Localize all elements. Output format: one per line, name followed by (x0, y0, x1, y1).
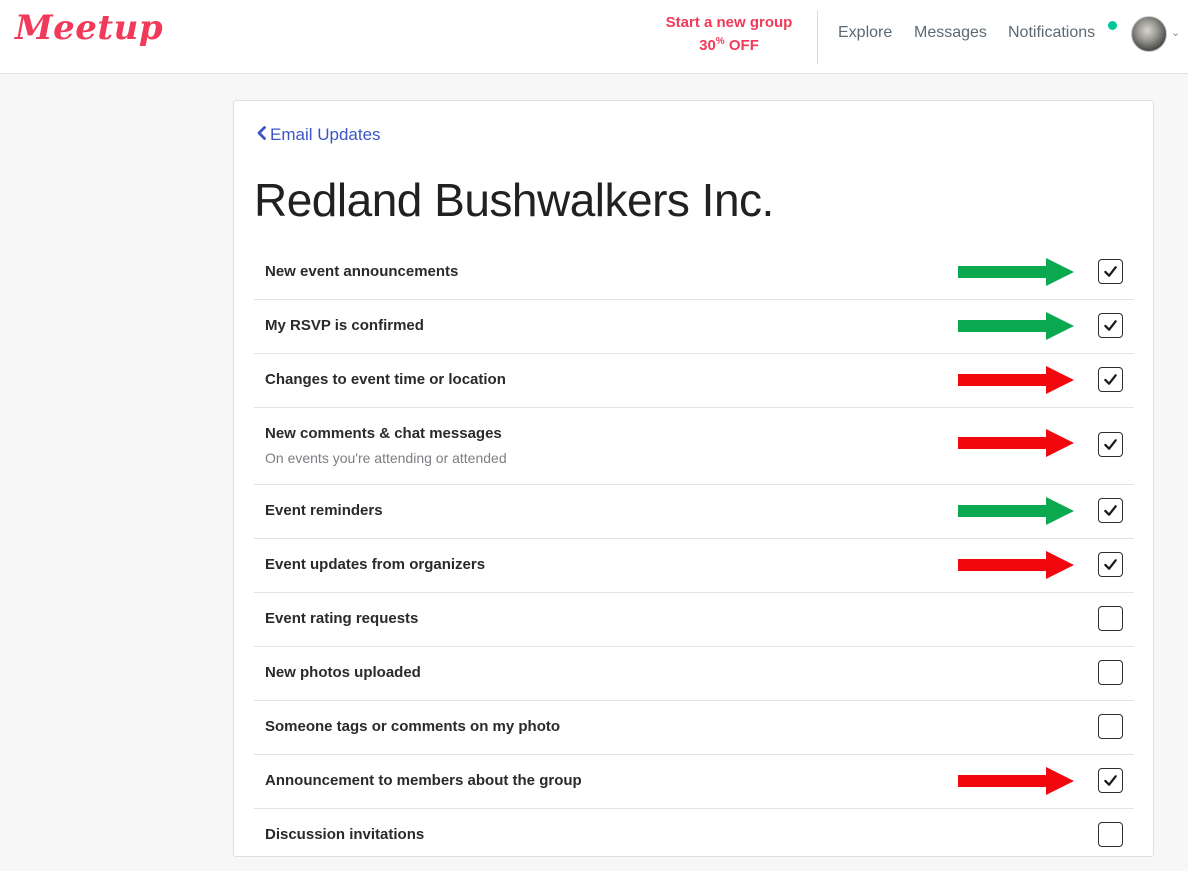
promo-discount: 30% OFF (648, 32, 810, 55)
setting-checkbox[interactable] (1098, 432, 1123, 457)
checkmark-icon (1104, 266, 1117, 277)
settings-row: Someone tags or comments on my photo (254, 701, 1134, 755)
setting-checkbox[interactable] (1098, 552, 1123, 577)
setting-checkbox[interactable] (1098, 660, 1123, 685)
setting-label: My RSVP is confirmed (265, 317, 424, 334)
notification-dot-icon (1108, 21, 1117, 30)
setting-label: Announcement to members about the group (265, 772, 582, 789)
chevron-left-icon (256, 125, 267, 145)
settings-row: Event updates from organizers (254, 539, 1134, 593)
setting-checkbox[interactable] (1098, 498, 1123, 523)
settings-row: New comments & chat messages On events yo… (254, 408, 1134, 485)
setting-label: Event updates from organizers (265, 556, 486, 573)
setting-label: Someone tags or comments on my photo (265, 718, 561, 735)
checkmark-icon (1104, 559, 1117, 570)
setting-label: New event announcements (265, 263, 459, 280)
settings-row: Event reminders (254, 485, 1134, 539)
settings-list: New event announcements My RSVP is confir… (254, 246, 1134, 863)
promo-percent-sign: % (715, 36, 725, 47)
chevron-down-icon[interactable]: ⌄ (1171, 26, 1180, 39)
setting-checkbox[interactable] (1098, 367, 1123, 392)
setting-checkbox[interactable] (1098, 259, 1123, 284)
email-settings-card: Email Updates Redland Bushwalkers Inc. N… (233, 100, 1154, 857)
promo-off: OFF (728, 37, 759, 54)
setting-sublabel: On events you're attending or attended (265, 450, 507, 466)
setting-checkbox[interactable] (1098, 606, 1123, 631)
green-arrow-icon (958, 497, 1074, 525)
setting-checkbox[interactable] (1098, 313, 1123, 338)
setting-label: New comments & chat messages (265, 425, 502, 442)
checkmark-icon (1104, 320, 1117, 331)
setting-label: Changes to event time or location (265, 371, 506, 388)
settings-row: Discussion invitations (254, 809, 1134, 863)
settings-row: My RSVP is confirmed (254, 300, 1134, 354)
user-avatar[interactable] (1131, 16, 1167, 52)
meetup-logo[interactable]: Meetup (15, 8, 163, 48)
setting-checkbox[interactable] (1098, 768, 1123, 793)
red-arrow-icon (958, 429, 1074, 457)
settings-row: New photos uploaded (254, 647, 1134, 701)
setting-label: Event rating requests (265, 610, 419, 627)
green-arrow-icon (958, 258, 1074, 286)
back-link-label: Email Updates (270, 125, 381, 144)
setting-label: Event reminders (265, 502, 383, 519)
settings-row: Announcement to members about the group (254, 755, 1134, 809)
checkmark-icon (1104, 505, 1117, 516)
settings-row: New event announcements (254, 246, 1134, 300)
red-arrow-icon (958, 366, 1074, 394)
settings-row: Changes to event time or location (254, 354, 1134, 408)
promo-percent: 30 (699, 37, 716, 54)
setting-checkbox[interactable] (1098, 822, 1123, 847)
checkmark-icon (1104, 775, 1117, 786)
settings-row: Event rating requests (254, 593, 1134, 647)
checkmark-icon (1104, 439, 1117, 450)
back-to-email-updates-link[interactable]: Email Updates (256, 125, 381, 145)
nav-messages-link[interactable]: Messages (914, 24, 987, 42)
top-navigation-bar: Meetup Start a new group 30% OFF Explore… (0, 0, 1188, 74)
nav-divider (817, 10, 818, 64)
red-arrow-icon (958, 767, 1074, 795)
checkmark-icon (1104, 374, 1117, 385)
red-arrow-icon (958, 551, 1074, 579)
setting-label: New photos uploaded (265, 664, 421, 681)
nav-notifications-link[interactable]: Notifications (1008, 24, 1095, 42)
promo-title: Start a new group (665, 14, 793, 31)
setting-label: Discussion invitations (265, 826, 425, 843)
setting-checkbox[interactable] (1098, 714, 1123, 739)
nav-explore-link[interactable]: Explore (838, 24, 892, 42)
start-new-group-promo-link[interactable]: Start a new group 30% OFF (648, 13, 810, 55)
page-title: Redland Bushwalkers Inc. (254, 174, 774, 226)
green-arrow-icon (958, 312, 1074, 340)
